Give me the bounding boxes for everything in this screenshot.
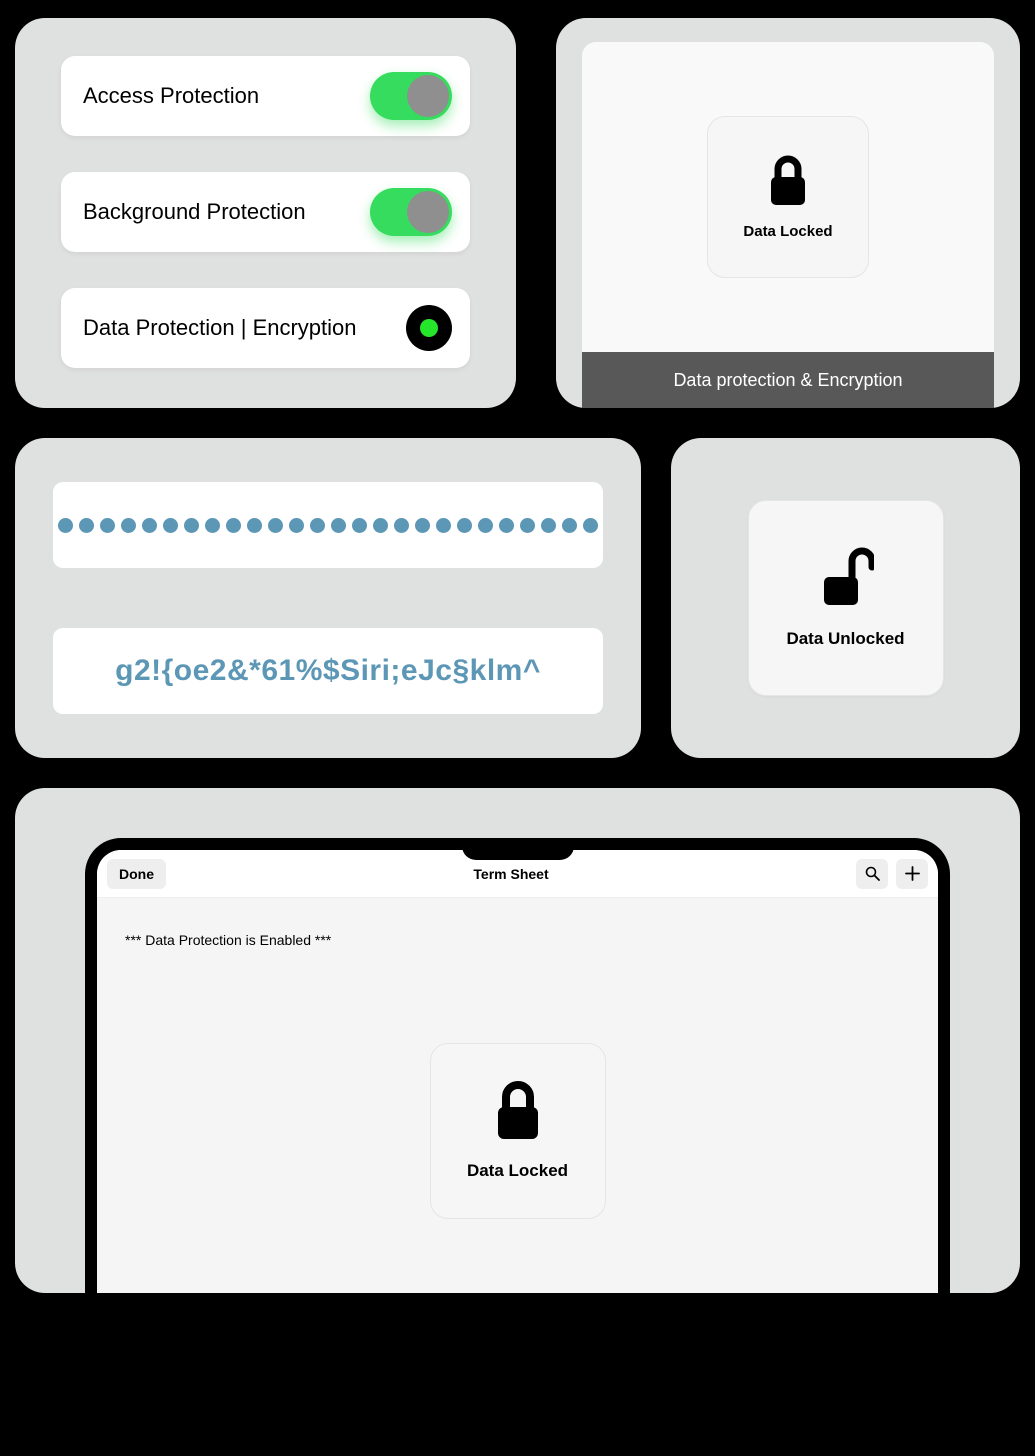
- phone-preview: Data Locked Data protection & Encryption: [582, 42, 994, 408]
- search-icon: [865, 866, 880, 881]
- password-dot: [373, 518, 388, 533]
- document-title: Term Sheet: [166, 866, 856, 882]
- setting-label: Background Protection: [83, 199, 306, 225]
- password-dot: [394, 518, 409, 533]
- protection-note: *** Data Protection is Enabled ***: [125, 932, 910, 948]
- password-dot: [457, 518, 472, 533]
- unlock-label: Data Unlocked: [786, 629, 904, 649]
- setting-background-protection[interactable]: Background Protection: [61, 172, 470, 252]
- encryption-indicator[interactable]: [406, 305, 452, 351]
- preview-caption: Data protection & Encryption: [582, 352, 994, 408]
- password-dot: [331, 518, 346, 533]
- caption-text: Data protection & Encryption: [673, 370, 902, 391]
- done-button[interactable]: Done: [107, 859, 166, 889]
- password-dot: [163, 518, 178, 533]
- indicator-dot: [420, 319, 438, 337]
- password-dot: [499, 518, 514, 533]
- preview-body: Data Locked: [582, 42, 994, 352]
- lock-label: Data Locked: [467, 1161, 568, 1181]
- lock-label: Data Locked: [743, 223, 832, 240]
- toggle-background-protection[interactable]: [370, 188, 452, 236]
- ipad-notch: [462, 838, 574, 860]
- lock-card: Data Locked: [430, 1043, 606, 1219]
- password-revealed[interactable]: g2!{oe2&*61%$Siri;eJc§klm^: [53, 628, 603, 714]
- password-masked[interactable]: [53, 482, 603, 568]
- toggle-access-protection[interactable]: [370, 72, 452, 120]
- password-dot: [436, 518, 451, 533]
- setting-access-protection[interactable]: Access Protection: [61, 56, 470, 136]
- plus-icon: [905, 866, 920, 881]
- ipad-frame: Done Term Sheet: [85, 838, 950, 1293]
- password-dot: [58, 518, 73, 533]
- locked-preview-panel: Data Locked Data protection & Encryption: [556, 18, 1020, 408]
- password-dot: [79, 518, 94, 533]
- password-dot: [247, 518, 262, 533]
- unlock-icon: [818, 547, 874, 615]
- password-dot: [142, 518, 157, 533]
- toggle-knob: [407, 191, 449, 233]
- password-panel: g2!{oe2&*61%$Siri;eJc§klm^: [15, 438, 641, 758]
- setting-data-protection[interactable]: Data Protection | Encryption: [61, 288, 470, 368]
- ipad-panel: Done Term Sheet: [15, 788, 1020, 1293]
- unlock-card: Data Unlocked: [748, 500, 944, 696]
- password-dot: [121, 518, 136, 533]
- unlocked-panel: Data Unlocked: [671, 438, 1020, 758]
- toolbar-right: [856, 859, 928, 889]
- password-dot: [583, 518, 598, 533]
- password-dot: [478, 518, 493, 533]
- lock-icon: [766, 155, 810, 209]
- done-label: Done: [119, 866, 154, 882]
- password-dot: [205, 518, 220, 533]
- password-dot: [562, 518, 577, 533]
- password-dot: [520, 518, 535, 533]
- password-dot: [310, 518, 325, 533]
- ipad-center: Data Locked: [125, 948, 910, 1293]
- lock-icon: [492, 1081, 544, 1145]
- toggle-knob: [407, 75, 449, 117]
- password-dot: [184, 518, 199, 533]
- password-dot: [415, 518, 430, 533]
- password-dot: [541, 518, 556, 533]
- password-dot: [268, 518, 283, 533]
- settings-panel: Access Protection Background Protection …: [15, 18, 516, 408]
- password-dot: [289, 518, 304, 533]
- password-dot: [226, 518, 241, 533]
- password-dot: [100, 518, 115, 533]
- setting-label: Data Protection | Encryption: [83, 315, 357, 341]
- add-button[interactable]: [896, 859, 928, 889]
- search-button[interactable]: [856, 859, 888, 889]
- password-text: g2!{oe2&*61%$Siri;eJc§klm^: [81, 654, 575, 688]
- ipad-screen: Done Term Sheet: [97, 850, 938, 1293]
- setting-label: Access Protection: [83, 83, 259, 109]
- ipad-body: *** Data Protection is Enabled *** Data …: [97, 898, 938, 1293]
- password-dot: [352, 518, 367, 533]
- lock-card: Data Locked: [707, 116, 869, 278]
